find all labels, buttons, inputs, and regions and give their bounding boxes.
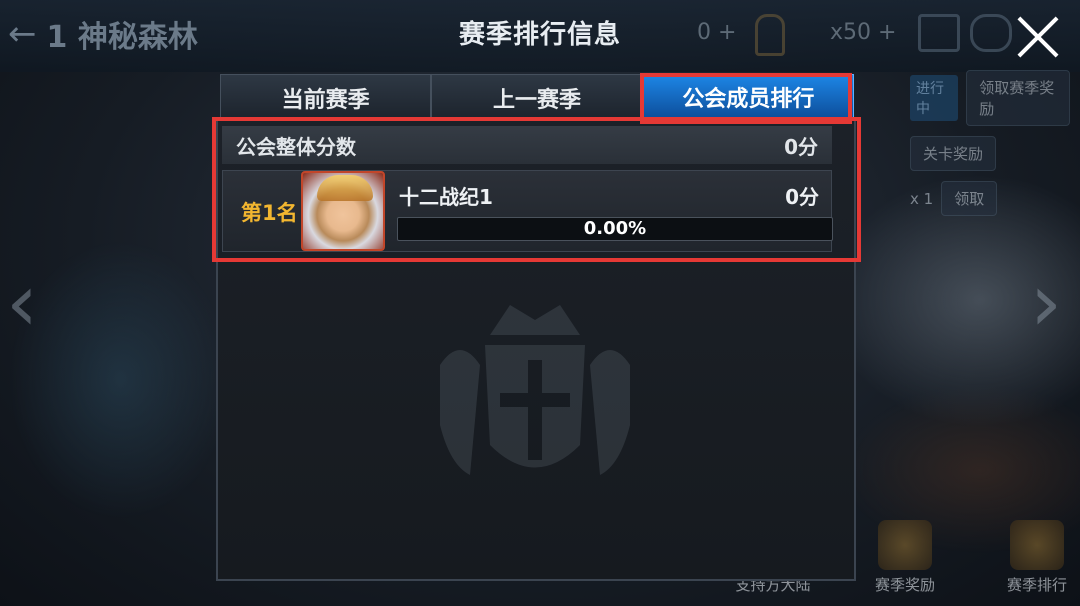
nav-label: 赛季奖励 xyxy=(874,576,935,594)
nav-item-season-reward[interactable]: 赛季奖励 xyxy=(862,520,948,595)
claim-season-reward-button[interactable]: 领取赛季奖励 xyxy=(966,70,1070,126)
season-side-panel: 进行中 领取赛季奖励 关卡奖励 x 1 领取 xyxy=(910,70,1070,226)
guild-crest-icon xyxy=(440,305,630,475)
ranking-icon xyxy=(1010,520,1064,570)
right-chevron-icon[interactable]: › xyxy=(1030,258,1062,348)
status-badge: 进行中 xyxy=(910,75,959,121)
left-chevron-icon[interactable]: ‹ xyxy=(6,258,38,348)
reward-count: x 1 xyxy=(910,189,934,208)
nav-item-season-ranking[interactable]: 赛季排行 xyxy=(994,520,1080,595)
nav-label: 赛季排行 xyxy=(1006,576,1067,594)
list-highlight-box xyxy=(212,117,861,262)
stage-reward-button[interactable]: 关卡奖励 xyxy=(910,136,997,171)
tab-current-season[interactable]: 当前赛季 xyxy=(220,74,432,120)
tab-previous-season[interactable]: 上一赛季 xyxy=(431,74,643,120)
dialog-title: 赛季排行信息 xyxy=(458,20,621,50)
claim-button[interactable]: 领取 xyxy=(941,181,998,216)
reward-icon xyxy=(878,520,932,570)
close-icon[interactable] xyxy=(1016,14,1062,60)
